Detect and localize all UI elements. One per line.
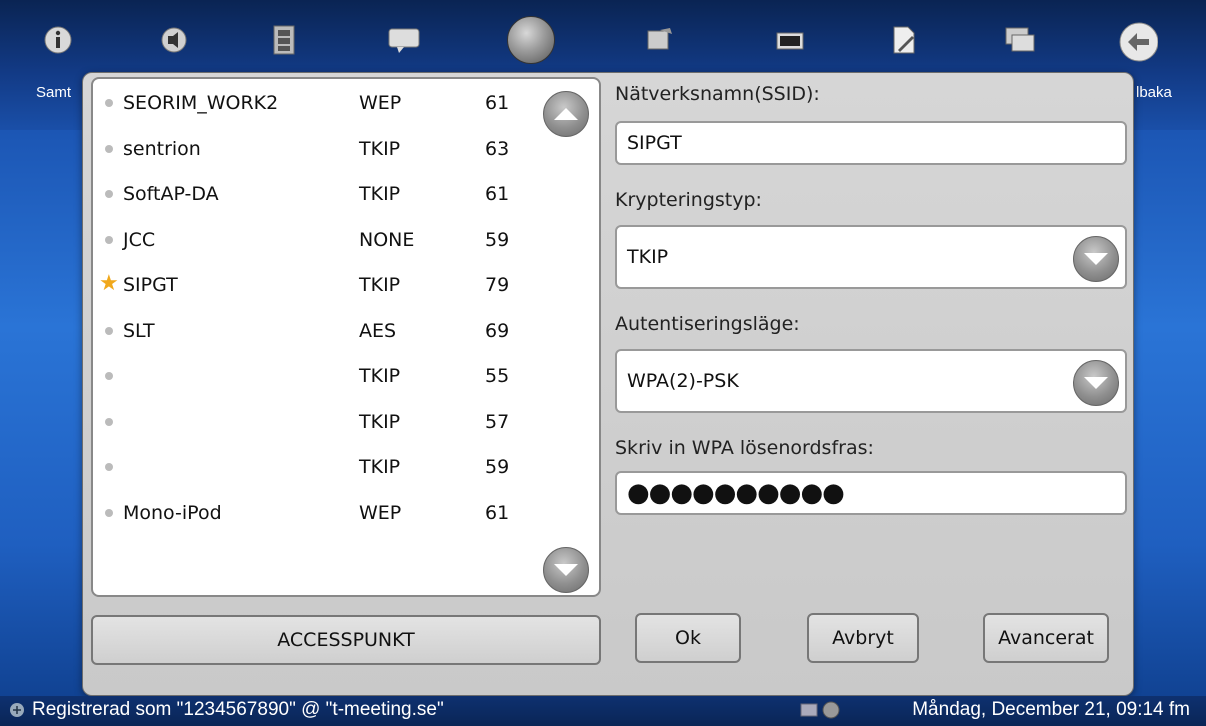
network-row[interactable]: TKIP 57 (93, 402, 533, 442)
network-row[interactable]: SLT AES 69 (93, 311, 533, 351)
network-name: JCC (123, 228, 156, 251)
network-signal: 61 (485, 501, 510, 524)
network-encryption: AES (359, 319, 397, 342)
network-signal: 69 (485, 319, 510, 342)
passphrase-input[interactable]: ●●●●●●●●●● (615, 471, 1127, 515)
network-status-icon (10, 703, 24, 717)
ssid-label: Nätverksnamn(SSID): (615, 83, 820, 105)
network-signal: 59 (485, 228, 510, 251)
chevron-up-icon (554, 108, 578, 120)
bullet-icon (105, 417, 113, 426)
chevron-down-icon (1084, 253, 1108, 265)
network-row[interactable]: TKIP 59 (93, 447, 533, 487)
scroll-up-button[interactable] (543, 91, 589, 137)
accesspoint-button[interactable]: ACCESSPUNKT (91, 615, 601, 665)
network-encryption: TKIP (359, 137, 401, 160)
bullet-icon (105, 463, 113, 471)
network-encryption: TKIP (359, 274, 401, 296)
top-label-left: Samt (36, 84, 72, 101)
info-icon[interactable] (38, 18, 78, 62)
network-row[interactable]: TKIP 55 (93, 356, 533, 396)
network-name: SoftAP-DA (123, 183, 219, 205)
encryption-value: TKIP (627, 246, 669, 268)
audio-icon[interactable] (154, 18, 194, 62)
network-signal: 59 (485, 456, 510, 478)
advanced-button[interactable]: Avancerat (983, 613, 1109, 663)
network-name: Mono-iPod (123, 501, 222, 524)
bullet-icon (105, 508, 113, 517)
network-encryption: TKIP (359, 365, 401, 387)
passphrase-label: Skriv in WPA lösenordsfras: (615, 437, 874, 459)
windows-icon[interactable] (1000, 18, 1040, 62)
network-encryption: TKIP (359, 410, 401, 433)
network-name: SIPGT (123, 274, 178, 296)
network-encryption: WEP (359, 92, 402, 114)
network-encryption: WEP (359, 501, 402, 524)
ok-button[interactable]: Ok (635, 613, 741, 663)
tray-window-icon (800, 703, 818, 717)
network-encryption: TKIP (359, 456, 401, 478)
network-signal: 63 (485, 137, 510, 160)
film-icon[interactable] (264, 18, 304, 62)
auth-select[interactable]: WPA(2)-PSK (615, 349, 1127, 413)
encryption-label: Krypteringstyp: (615, 189, 762, 211)
network-row[interactable]: SoftAP-DA TKIP 61 (93, 174, 533, 214)
bullet-icon (105, 372, 113, 380)
bullet-icon (105, 144, 113, 153)
auth-label: Autentiseringsläge: (615, 313, 800, 335)
network-signal: 61 (485, 183, 510, 205)
network-list[interactable]: SEORIM_WORK2 WEP 61 sentrion TKIP 63 SoftAP-DA… (91, 77, 601, 597)
chevron-down-icon (1084, 377, 1108, 389)
tray-globe-icon (822, 701, 840, 719)
top-label-right: lbaka (1136, 84, 1172, 101)
wifi-dialog: SEORIM_WORK2 WEP 61 sentrion TKIP 63 SoftAP-DA… (82, 72, 1134, 696)
bullet-icon (105, 99, 113, 107)
bullet-icon (105, 235, 113, 244)
network-signal: 61 (485, 92, 510, 114)
chat-icon[interactable] (384, 18, 424, 62)
network-row[interactable]: SEORIM_WORK2 WEP 61 (93, 83, 533, 123)
chevron-down-icon (554, 564, 578, 576)
cancel-button[interactable]: Avbryt (807, 613, 919, 663)
ssid-value: SIPGT (627, 132, 682, 154)
encryption-dropdown-button[interactable] (1073, 236, 1119, 282)
scroll-down-button[interactable] (543, 547, 589, 593)
ssid-input[interactable]: SIPGT (615, 121, 1127, 165)
auth-value: WPA(2)-PSK (627, 370, 739, 392)
network-name: SEORIM_WORK2 (123, 92, 279, 114)
network-signal: 55 (485, 365, 510, 387)
document-icon[interactable] (884, 18, 924, 62)
network-row[interactable]: sentrion TKIP 63 (93, 129, 533, 169)
network-row[interactable]: ★ SIPGT TKIP 79 (93, 265, 533, 305)
globe-icon[interactable] (507, 16, 555, 64)
network-name: sentrion (123, 137, 201, 160)
passphrase-value: ●●●●●●●●●● (627, 478, 845, 508)
folder-icon[interactable] (770, 18, 810, 62)
network-encryption: TKIP (359, 183, 401, 205)
network-row[interactable]: JCC NONE 59 (93, 220, 533, 260)
back-icon[interactable] (1118, 20, 1158, 64)
star-icon: ★ (99, 271, 119, 296)
status-bar: Registrerad som "1234567890" @ "t-meetin… (0, 696, 1206, 726)
network-name: SLT (123, 319, 155, 342)
network-signal: 57 (485, 410, 510, 433)
photo-icon[interactable] (640, 18, 680, 62)
network-row[interactable]: Mono-iPod WEP 61 (93, 493, 533, 533)
encryption-select[interactable]: TKIP (615, 225, 1127, 289)
network-encryption: NONE (359, 228, 415, 251)
datetime: Måndag, December 21, 09:14 fm (912, 699, 1190, 720)
bullet-icon (105, 326, 113, 335)
network-signal: 79 (485, 274, 510, 296)
bullet-icon (105, 190, 113, 198)
registration-status: Registrerad som "1234567890" @ "t-meetin… (32, 699, 444, 720)
auth-dropdown-button[interactable] (1073, 360, 1119, 406)
